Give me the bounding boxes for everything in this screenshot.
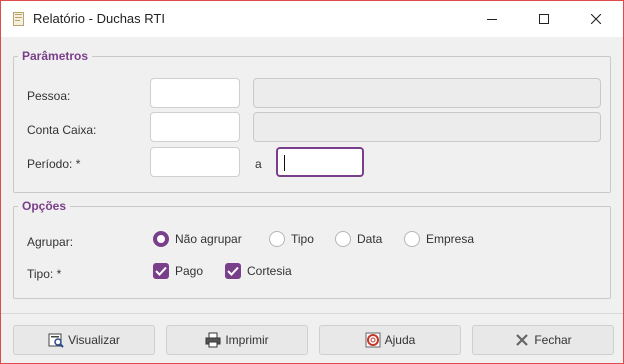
imprimir-label: Imprimir (225, 333, 269, 347)
pessoa-label: Pessoa: (27, 89, 71, 103)
checkbox-cortesia[interactable]: Cortesia (225, 263, 292, 279)
report-window: Relatório - Duchas RTI Parâmetros Pessoa… (0, 0, 624, 364)
radio-selected-icon (153, 231, 169, 247)
imprimir-button[interactable]: Imprimir (166, 325, 308, 355)
pessoa-name-input[interactable] (253, 78, 601, 108)
periodo-end-input[interactable] (276, 147, 364, 177)
radio-nao-agrupar[interactable]: Não agrupar (153, 231, 242, 247)
visualizar-label: Visualizar (68, 333, 120, 347)
close-window-button[interactable] (573, 1, 619, 37)
options-legend: Opções (22, 199, 67, 213)
close-icon (591, 14, 601, 24)
window-title: Relatório - Duchas RTI (33, 11, 165, 26)
radio-label: Tipo (291, 232, 314, 246)
maximize-icon (539, 14, 549, 24)
footer-divider (1, 313, 623, 314)
ajuda-button[interactable]: Ajuda (319, 325, 461, 355)
document-icon (13, 12, 24, 26)
fechar-label: Fechar (534, 333, 572, 347)
radio-unselected-icon (404, 231, 420, 247)
preview-icon (48, 333, 64, 348)
maximize-button[interactable] (521, 1, 567, 37)
dialog-body: Parâmetros Pessoa: Conta Caixa: Período:… (1, 37, 623, 363)
close-x-icon (516, 334, 529, 346)
radio-data[interactable]: Data (335, 231, 382, 247)
printer-icon (205, 332, 221, 348)
conta-caixa-code-input[interactable] (150, 112, 240, 142)
radio-label: Não agrupar (175, 232, 242, 246)
checkbox-pago[interactable]: Pago (153, 263, 203, 279)
parameters-legend: Parâmetros (22, 49, 89, 63)
radio-unselected-icon (335, 231, 351, 247)
checkbox-label: Pago (175, 264, 204, 278)
conta-caixa-label: Conta Caixa: (27, 123, 97, 137)
radio-empresa[interactable]: Empresa (404, 231, 474, 247)
help-icon (365, 332, 381, 348)
text-cursor (284, 155, 285, 171)
checkbox-checked-icon (153, 263, 169, 279)
tipo-label: Tipo: * (27, 267, 62, 281)
visualizar-button[interactable]: Visualizar (13, 325, 155, 355)
conta-caixa-name-input[interactable] (253, 112, 601, 142)
ajuda-label: Ajuda (384, 333, 416, 347)
agrupar-label: Agrupar: (27, 235, 74, 249)
radio-label: Data (357, 232, 383, 246)
minimize-button[interactable] (469, 1, 515, 37)
radio-tipo[interactable]: Tipo (269, 231, 314, 247)
periodo-separator: a (255, 157, 262, 171)
checkbox-checked-icon (225, 263, 241, 279)
minimize-icon (487, 19, 497, 20)
radio-unselected-icon (269, 231, 285, 247)
options-group: Opções (13, 199, 611, 299)
fechar-button[interactable]: Fechar (472, 325, 614, 355)
periodo-start-input[interactable] (150, 147, 240, 177)
pessoa-code-input[interactable] (150, 78, 240, 108)
checkbox-label: Cortesia (247, 264, 292, 278)
title-bar: Relatório - Duchas RTI (1, 1, 623, 37)
periodo-label: Período: * (27, 157, 81, 171)
radio-label: Empresa (426, 232, 475, 246)
